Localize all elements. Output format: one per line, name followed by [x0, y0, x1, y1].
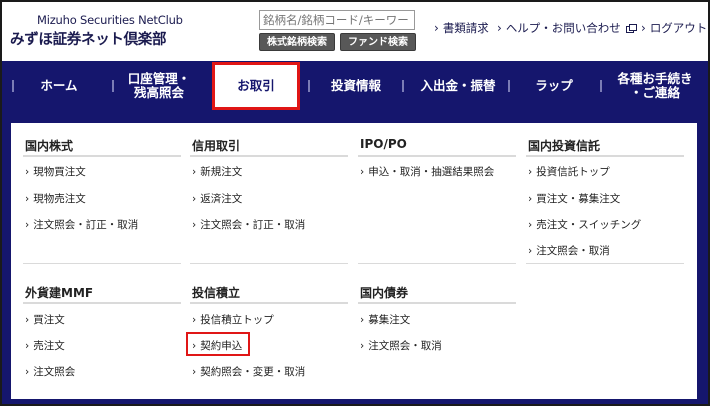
nav-separator [308, 80, 310, 92]
chevron-right-icon: › [528, 245, 533, 257]
link-stock-order-inquiry[interactable]: › 注文照会・訂正・取消 [25, 217, 138, 232]
nav-home[interactable]: ホーム [16, 61, 102, 111]
chevron-right-icon: › [192, 366, 197, 378]
section-title-margin: 信用取引 [192, 139, 241, 153]
link-cash-sell[interactable]: › 現物売注文 [25, 191, 86, 206]
chevron-right-icon: › [360, 314, 365, 326]
chevron-right-icon: › [641, 21, 646, 35]
link-mmf-buy[interactable]: › 買注文 [25, 312, 65, 327]
nav-procedures[interactable]: 各種お手続き ・ご連絡 [606, 61, 704, 111]
section-title-domestic-bond: 国内債券 [360, 286, 409, 300]
chevron-right-icon: › [192, 219, 197, 231]
section-divider [190, 302, 348, 304]
section-divider [358, 263, 516, 264]
nav-separator [12, 80, 14, 92]
section-divider [526, 263, 684, 264]
section-divider [190, 155, 348, 157]
fund-search-button[interactable]: ファンド検索 [340, 33, 416, 51]
chevron-right-icon: › [192, 193, 197, 205]
link-accum-contract-inquiry[interactable]: › 契約照会・変更・取消 [192, 364, 305, 379]
link-margin-new[interactable]: › 新規注文 [192, 164, 242, 179]
stock-search-button[interactable]: 株式銘柄検索 [259, 33, 335, 51]
section-divider [526, 155, 684, 157]
link-mmf-sell[interactable]: › 売注文 [25, 338, 65, 353]
section-divider [23, 302, 181, 304]
help-contact-link[interactable]: › ヘルプ・お問い合わせ [497, 20, 637, 36]
link-fund-sell[interactable]: › 売注文・スイッチング [528, 217, 641, 232]
logo-jp[interactable]: みずほ証券ネット倶楽部 [10, 28, 167, 49]
chevron-right-icon: › [528, 166, 533, 178]
chevron-right-icon: › [192, 314, 197, 326]
link-ipo-apply[interactable]: › 申込・取消・抽選結果照会 [360, 164, 494, 179]
chevron-right-icon: › [25, 340, 30, 352]
chevron-right-icon: › [25, 219, 30, 231]
nav-market-info[interactable]: 投資情報 [312, 61, 400, 111]
search-input[interactable] [259, 10, 415, 30]
chevron-right-icon: › [360, 340, 365, 352]
nav-separator [402, 80, 404, 92]
link-accum-top[interactable]: › 投信積立トップ [192, 312, 274, 327]
nav-separator [508, 80, 510, 92]
chevron-right-icon: › [360, 166, 365, 178]
section-divider [23, 155, 181, 157]
nav-wrap[interactable]: ラップ [514, 61, 594, 111]
chevron-right-icon: › [25, 193, 30, 205]
highlight-box [186, 332, 250, 356]
link-margin-repay[interactable]: › 返済注文 [192, 191, 242, 206]
nav-separator [600, 80, 602, 92]
trading-mega-menu: 国内株式 › 現物買注文 › 現物売注文 › 注文照会・訂正・取消 信用取引 › 新規注… [11, 123, 697, 399]
chevron-right-icon: › [25, 366, 30, 378]
section-title-ipo: IPO/PO [360, 137, 407, 151]
link-bond-order-inquiry[interactable]: › 注文照会・取消 [360, 338, 442, 353]
nav-deposit-transfer[interactable]: 入出金・振替 [406, 61, 510, 111]
logout-link[interactable]: › ログアウト [641, 20, 707, 36]
link-margin-order-inquiry[interactable]: › 注文照会・訂正・取消 [192, 217, 305, 232]
section-title-fund-accumulation: 投信積立 [192, 286, 241, 300]
nav-account[interactable]: 口座管理・ 残高照会 [114, 61, 204, 111]
document-request-link[interactable]: › 書類請求 [434, 20, 489, 36]
section-divider [190, 263, 348, 264]
link-fund-buy[interactable]: › 買注文・募集注文 [528, 191, 620, 206]
section-divider [358, 155, 516, 157]
chevron-right-icon: › [25, 314, 30, 326]
section-title-domestic-stock: 国内株式 [25, 139, 74, 153]
nav-trading[interactable]: お取引 [212, 62, 300, 110]
section-title-domestic-fund: 国内投資信託 [528, 139, 601, 153]
link-fund-top[interactable]: › 投資信託トップ [528, 164, 610, 179]
chevron-right-icon: › [497, 21, 502, 35]
link-bond-offering[interactable]: › 募集注文 [360, 312, 410, 327]
chevron-right-icon: › [192, 166, 197, 178]
chevron-right-icon: › [25, 166, 30, 178]
section-divider [358, 302, 516, 304]
external-window-icon [625, 24, 637, 33]
link-cash-buy[interactable]: › 現物買注文 [25, 164, 86, 179]
section-divider [23, 263, 181, 264]
chevron-right-icon: › [528, 193, 533, 205]
link-fund-order-inquiry[interactable]: › 注文照会・取消 [528, 243, 610, 258]
logo-en[interactable]: Mizuho Securities NetClub [37, 13, 183, 27]
link-mmf-order-inquiry[interactable]: › 注文照会 [25, 364, 75, 379]
chevron-right-icon: › [528, 219, 533, 231]
chevron-right-icon: › [434, 21, 439, 35]
section-title-foreign-mmf: 外貨建MMF [25, 286, 94, 300]
